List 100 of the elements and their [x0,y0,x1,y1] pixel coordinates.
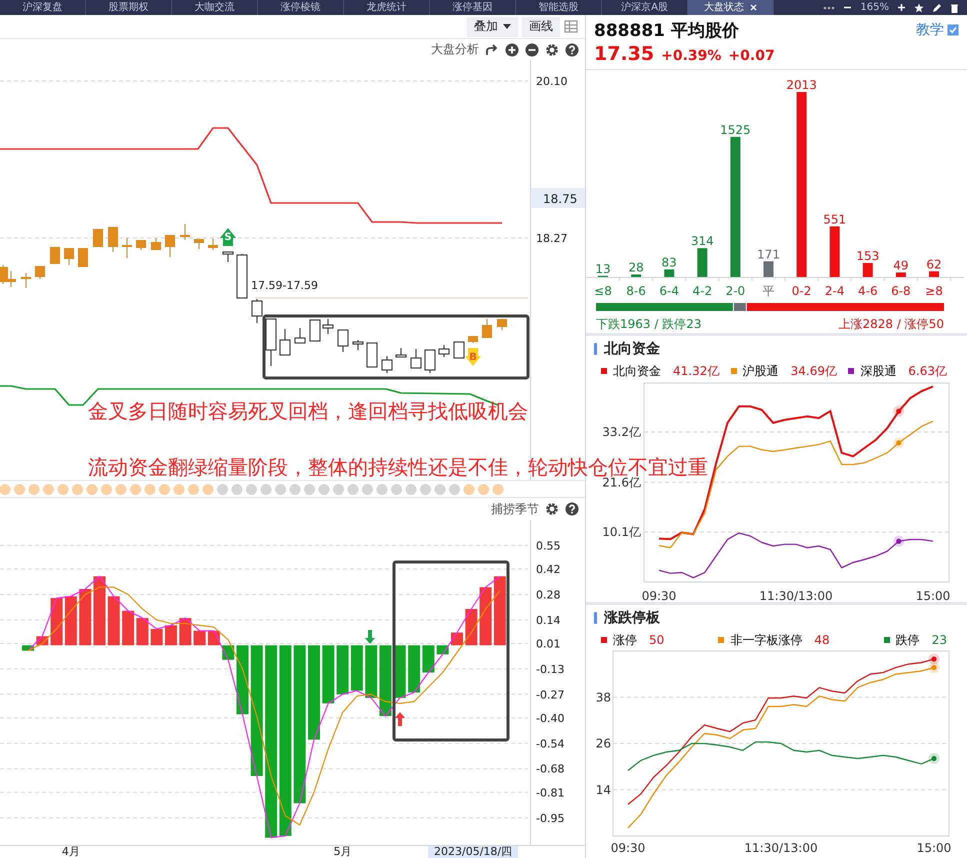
settings-icon[interactable] [545,502,559,516]
fall-summary: 下跌1963 / 跌停23 [596,317,702,331]
help-icon[interactable] [565,42,579,56]
tab[interactable]: 龙虎统计 [344,0,430,15]
axis-label: 09:30 [610,841,646,855]
legend-name: 涨停 [613,632,637,648]
legend-value: 6.63亿 [908,362,947,380]
candlestick [122,238,132,258]
category-label: 6-4 [659,284,679,298]
time-label: 4月 [62,846,80,858]
current-price-label: 18.75 [531,188,585,208]
time-label: 5月 [334,846,352,858]
pen-icon[interactable] [932,2,942,12]
legend-value: 23 [932,633,947,647]
change-value: +0.07 [728,48,775,64]
legend-name: 沪股通 [742,362,779,380]
help-icon[interactable] [565,502,579,516]
overlay-dropdown[interactable]: 叠加 [467,16,518,36]
end-point-marker [893,437,904,448]
candlestick [165,234,175,258]
settings-icon[interactable] [545,42,559,56]
candlestick [78,248,88,268]
candlestick [136,240,146,250]
category-label: 4-6 [858,284,878,298]
data-label: 28 [628,260,644,274]
candlestick [294,328,306,344]
data-label: 153 [856,248,880,263]
candlestick [338,330,348,352]
end-point-marker [928,654,940,665]
indicator-title[interactable]: 捕捞季节 [491,500,539,518]
share-icon[interactable] [485,42,499,56]
data-label: 171 [757,247,780,262]
candlestick [64,248,74,266]
zoom-out-icon[interactable] [525,42,539,56]
candlestick [35,266,45,280]
candlestick [410,348,422,368]
axis-label: 0.55 [536,539,560,552]
category-label: 2-4 [824,284,844,298]
zoom-in-icon[interactable] [505,42,519,56]
tab[interactable]: 大盘状态 [688,0,774,15]
data-label: 314 [690,234,714,248]
section-marker [594,343,597,355]
axis-label: 09:30 [642,589,676,603]
axis-label: 15:00 [916,589,950,603]
close-icon[interactable] [750,4,757,11]
candlestick [352,340,364,350]
candlestick [6,270,16,288]
sell-marker: S [220,228,236,246]
data-label: 1525 [720,122,751,137]
axis-label: -0.95 [536,812,564,825]
legend-name: 跌停 [896,632,920,648]
candlestick [382,356,392,374]
data-label: 83 [662,255,677,270]
analysis-label[interactable]: 大盘分析 [431,41,479,58]
candlestick [180,224,190,240]
trash-icon[interactable] [950,2,959,12]
section-title: 涨跌停板 [604,609,660,627]
candlestick [222,252,234,262]
candlestick [438,344,450,358]
axis-label: 0.14 [536,614,560,627]
tab[interactable]: 智能选股 [516,0,602,15]
candlestick [322,318,334,334]
up-arrow-icon [395,712,405,726]
category-label: ≤8 [594,284,612,298]
end-point-marker [893,536,904,547]
tab[interactable]: 沪深复盘 [0,0,86,15]
grid-icon[interactable] [564,20,578,33]
range-label: 17.59-17.59 [251,279,318,292]
candlestick [454,342,464,358]
axis-label: 0.28 [536,588,560,602]
axis-label: 38 [596,690,611,704]
category-label: 6-8 [891,284,911,298]
tab[interactable]: 大咖交流 [172,0,258,15]
annotation-text: 金叉多日随时容易死叉回档，逢回档寻找低吸机会 [88,399,528,423]
axis-label: 0.42 [536,563,560,576]
change-percent: +0.39% [661,48,722,64]
axis-label: 11:30/13:00 [759,589,833,603]
caret-icon [503,24,511,29]
stock-title: 888881 平均股价 [594,20,739,42]
draw-button[interactable]: 画线 [522,16,560,36]
more-icon[interactable] [823,6,836,10]
note-icon [947,24,959,36]
data-label: 62 [926,257,942,272]
tab[interactable]: 股票期权 [86,0,172,15]
price-value: 17.35 [594,43,654,65]
axis-label: -0.68 [536,762,564,776]
category-label: 4-2 [692,284,712,298]
buy-marker: B [465,348,481,366]
legend-name: 深股通 [860,362,896,380]
star-icon[interactable] [914,2,924,12]
tab[interactable]: 涨停基因 [430,0,516,15]
legend-name: 北向资金 [613,362,661,380]
tutorial-link[interactable]: 教学 [916,21,959,39]
candlestick [396,348,406,358]
axis-label: 11:30/13:00 [744,841,818,855]
date-label: 2023/05/18/四 [428,846,518,858]
candlestick [236,254,248,298]
data-label: 49 [893,258,909,272]
plus-icon[interactable] [897,3,906,12]
tab[interactable]: 涨停棱镜 [258,0,344,15]
